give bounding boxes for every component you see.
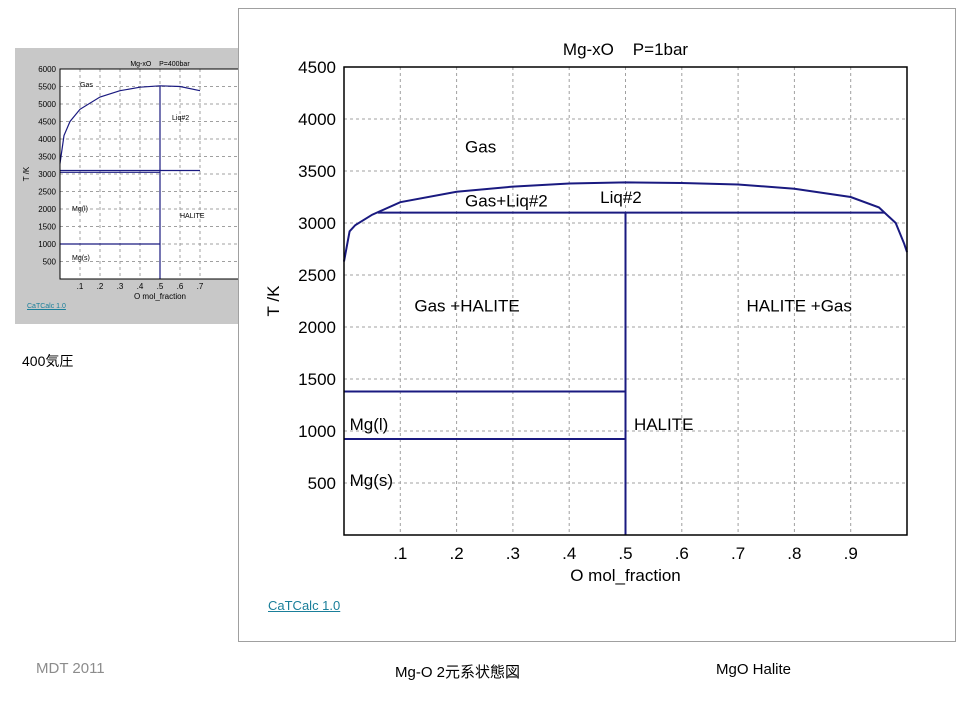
x-tick-label: .3	[506, 544, 520, 563]
y-tick-label: 3000	[298, 214, 336, 233]
chart-title: Mg-xO P=400bar	[130, 61, 190, 68]
y-tick-label: 3500	[38, 152, 56, 161]
phase-region-label: Mg(s)	[72, 255, 90, 262]
phase-region-label: HALITE	[180, 213, 205, 220]
footer-slide-title: Mg-O 2元系状態図	[395, 664, 521, 681]
thumbnail-catcalc-link[interactable]: CaTCalc 1.0	[27, 303, 66, 310]
main-chart: .1 .2 .3 .4 .5 .6 .7 .8 .9 500 1000 1500 2000 2500 300…	[264, 40, 908, 585]
x-tick-label: .5	[618, 544, 632, 563]
y-tick-label: 4500	[298, 58, 336, 77]
y-tick-label: 1500	[298, 370, 336, 389]
y-axis-label: T /K	[22, 166, 31, 181]
main-chart-panel: .1 .2 .3 .4 .5 .6 .7 .8 .9 500 1000 1500 2000 2500 300…	[238, 8, 956, 642]
y-tick-label: 6000	[38, 65, 56, 74]
x-tick-label: .2	[450, 544, 464, 563]
x-tick-label: .2	[97, 282, 104, 291]
phase-region-label: Mg(s)	[350, 471, 393, 490]
y-tick-label: 500	[43, 257, 57, 266]
y-tick-label: 4500	[38, 117, 56, 126]
chart-title: Mg-xO P=1bar	[563, 40, 689, 59]
y-axis-label: T /K	[264, 285, 283, 317]
y-tick-label: 1000	[38, 240, 56, 249]
phase-region-label: Liq#2	[600, 188, 642, 207]
phase-region-label: Liq#2	[172, 115, 189, 122]
y-tick-label: 3500	[298, 162, 336, 181]
thumbnail-chart-panel: .1 .2 .3 .4 .5 .6 .7 500 1000 1500 2000 2500 3000 350…	[15, 48, 240, 324]
y-tick-label: 1000	[298, 422, 336, 441]
x-tick-label: .1	[77, 282, 84, 291]
thumbnail-chart: .1 .2 .3 .4 .5 .6 .7 500 1000 1500 2000 2500 3000 350…	[22, 61, 240, 301]
phase-region-label: Mg(l)	[350, 415, 389, 434]
x-tick-label: .9	[844, 544, 858, 563]
x-tick-label: .8	[787, 544, 801, 563]
y-tick-label: 5000	[38, 100, 56, 109]
pressure-caption: 400気圧	[22, 353, 74, 369]
x-tick-label: .4	[137, 282, 144, 291]
y-tick-label: 2500	[38, 187, 56, 196]
x-tick-label: .1	[393, 544, 407, 563]
y-tick-label: 2000	[298, 318, 336, 337]
y-tick-label: 2000	[38, 205, 56, 214]
x-axis-label: O mol_fraction	[570, 566, 681, 585]
x-tick-label: .4	[562, 544, 576, 563]
y-tick-label: 4000	[38, 135, 56, 144]
footer-author-year: MDT 2011	[36, 660, 105, 677]
y-tick-label: 5500	[38, 82, 56, 91]
y-tick-label: 4000	[298, 110, 336, 129]
phase-region-label: HALITE +Gas	[747, 296, 852, 315]
x-tick-label: .6	[177, 282, 184, 291]
x-tick-label: .3	[117, 282, 124, 291]
x-tick-label: .7	[197, 282, 204, 291]
y-tick-label: 1500	[38, 222, 56, 231]
phase-region-label: Mg(l)	[72, 206, 88, 213]
phase-region-label: HALITE	[634, 415, 694, 434]
catcalc-link[interactable]: CaTCalc 1.0	[268, 598, 340, 613]
phase-region-label: Gas +HALITE	[414, 296, 519, 315]
phase-region-label: Gas+Liq#2	[465, 191, 548, 210]
phase-region-label: Gas	[80, 82, 93, 89]
y-tick-label: 2500	[298, 266, 336, 285]
phase-region-label: Gas	[465, 137, 496, 156]
x-tick-label: .6	[675, 544, 689, 563]
x-tick-label: .7	[731, 544, 745, 563]
x-axis-label: O mol_fraction	[134, 292, 186, 301]
x-tick-label: .5	[157, 282, 164, 291]
y-tick-label: 500	[308, 474, 336, 493]
y-tick-label: 3000	[38, 170, 56, 179]
footer-phase-note: MgO Halite	[716, 661, 792, 678]
